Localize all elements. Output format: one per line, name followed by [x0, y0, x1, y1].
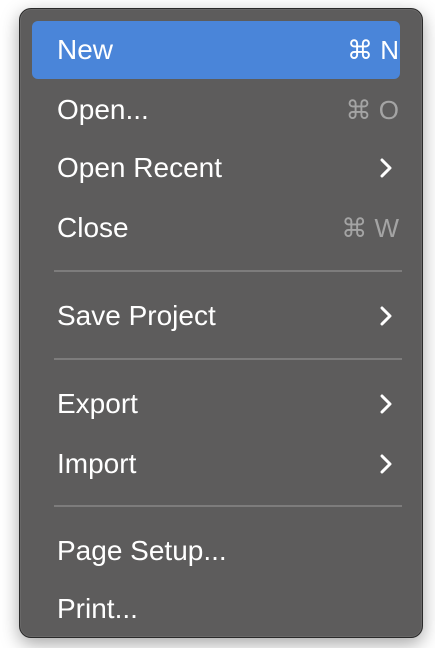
menu-item-label: Close: [57, 212, 129, 243]
menu-item-import[interactable]: Import: [32, 435, 400, 493]
chevron-right-icon: [377, 139, 395, 197]
chevron-right-icon: [377, 435, 395, 493]
menu-item-new[interactable]: New ⌘ N: [32, 21, 400, 79]
menu-item-open[interactable]: Open... ⌘ O: [32, 81, 400, 139]
menu-item-label: Open Recent: [57, 152, 222, 183]
chevron-right-icon: [377, 287, 395, 345]
menu-item-label: Import: [57, 448, 137, 479]
shortcut-new: ⌘ N: [347, 35, 399, 65]
menu-item-label: Export: [57, 388, 138, 419]
menu-item-close[interactable]: Close ⌘ W: [32, 199, 400, 257]
menu-item-label: Save Project: [57, 300, 216, 331]
shortcut-close: ⌘ W: [341, 213, 399, 243]
menu-item-page-setup[interactable]: Page Setup...: [32, 522, 400, 580]
menu-item-export[interactable]: Export: [32, 375, 400, 433]
file-menu: New ⌘ N Open... ⌘ O Open Recent Close ⌘ …: [19, 8, 423, 638]
menu-item-save-project[interactable]: Save Project: [32, 287, 400, 345]
menu-separator: [54, 358, 402, 360]
menu-item-print[interactable]: Print...: [32, 580, 400, 638]
menu-item-label: Open...: [57, 94, 149, 125]
shortcut-open: ⌘ O: [345, 95, 399, 125]
menu-item-open-recent[interactable]: Open Recent: [32, 139, 400, 197]
menu-item-label: Page Setup...: [57, 535, 227, 566]
menu-item-label: New: [57, 34, 114, 65]
menu-separator: [54, 270, 402, 272]
menu-item-label: Print...: [57, 593, 138, 624]
chevron-right-icon: [377, 375, 395, 433]
menu-separator: [54, 505, 402, 507]
